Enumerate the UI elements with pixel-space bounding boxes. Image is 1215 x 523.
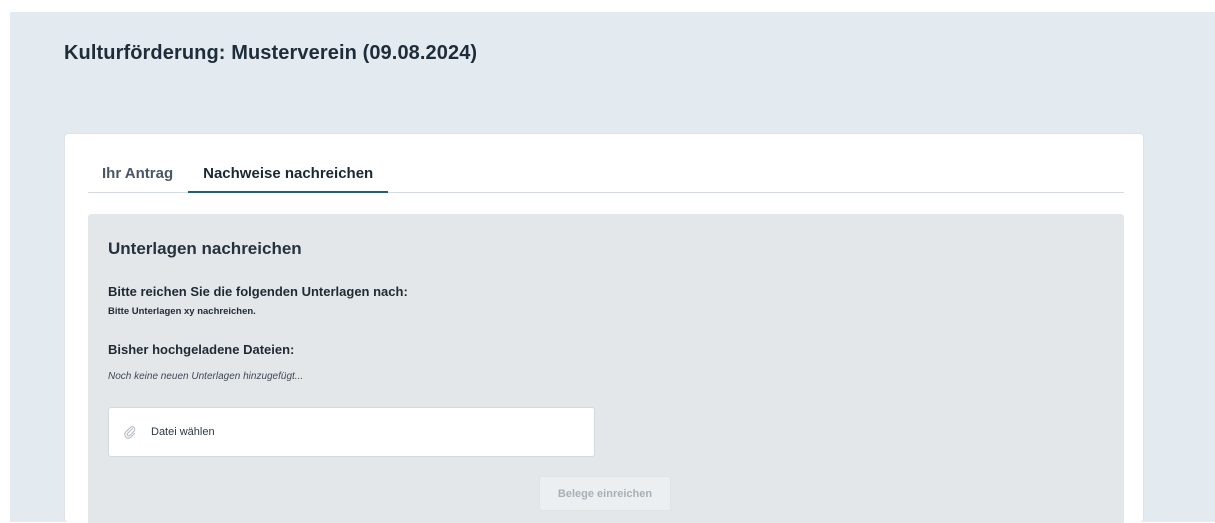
panel-title: Unterlagen nachreichen (108, 239, 302, 258)
paperclip-icon (123, 425, 137, 439)
page-title: Kulturförderung: Musterverein (09.08.202… (64, 42, 478, 64)
uploaded-files-empty-note: Noch keine neuen Unterlagen hinzugefügt.… (108, 371, 304, 382)
content-card: Ihr Antrag Nachweise nachreichen Unterla… (64, 133, 1144, 523)
requested-documents-detail: Bitte Unterlagen xy nachreichen. (108, 306, 256, 317)
requested-documents-heading: Bitte reichen Sie die folgenden Unterlag… (108, 284, 408, 299)
uploaded-files-heading: Bisher hochgeladene Dateien: (108, 342, 295, 357)
upload-panel: Unterlagen nachreichen Bitte reichen Sie… (88, 214, 1124, 523)
file-picker[interactable]: Datei wählen (108, 407, 595, 457)
file-picker-label: Datei wählen (151, 426, 215, 438)
tab-bar: Ihr Antrag Nachweise nachreichen (88, 161, 1124, 193)
tab-nachweise-nachreichen[interactable]: Nachweise nachreichen (188, 161, 389, 193)
submit-documents-button[interactable]: Belege einreichen (539, 476, 671, 511)
tab-ihr-antrag[interactable]: Ihr Antrag (88, 161, 188, 193)
